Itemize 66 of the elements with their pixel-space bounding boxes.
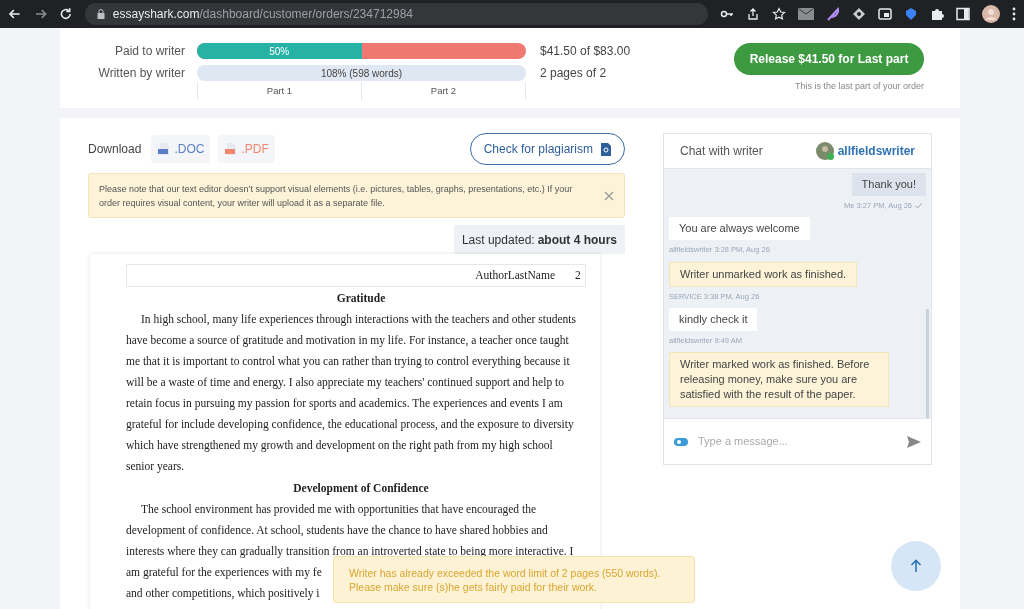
avatar-icon[interactable] (982, 5, 1000, 23)
check-icon (915, 202, 922, 209)
feather-icon[interactable] (826, 7, 840, 21)
last-updated-label: Last updated: (461, 231, 535, 249)
warning-text: Writer has already exceeded the word limit of 2 pages (550 words). (349, 565, 662, 580)
share-icon[interactable] (746, 7, 760, 21)
close-icon[interactable] (604, 190, 614, 201)
message-input[interactable]: Type a message... (698, 433, 907, 450)
section-heading: Gratitude (335, 291, 387, 306)
part-label: Part 1 (266, 83, 293, 98)
payment-percent: 50% (268, 44, 291, 59)
paragraph-line: have become a source of gratitude and motivation in my life. For instance, a teacher once taught (126, 333, 569, 349)
chat-title: Chat with writer (680, 143, 763, 160)
warning-text: Please make sure (s)he gets fairly paid for their work. (349, 579, 599, 594)
pages-count: 2 pages of 2 (540, 65, 607, 82)
section-heading: Development of Confidence (292, 481, 430, 497)
release-button[interactable]: Release $41.50 for Last part (734, 43, 924, 75)
menu-icon[interactable] (1012, 7, 1016, 21)
progress-label: Written by writer (97, 65, 186, 82)
paragraph-line: will be a waste of time and energy. I also appreciate my teachers' continued support and help to (126, 375, 564, 391)
download-doc-button[interactable]: .DOC (151, 135, 211, 163)
paragraph-line: grateful for include developing confidence, the educational process, and the exposure to diversity (126, 417, 574, 433)
author-name: AuthorLastName (475, 267, 555, 283)
doc-file-icon (157, 142, 172, 156)
send-icon[interactable] (907, 435, 921, 448)
message-bubble: Thank you! (851, 173, 926, 196)
paragraph-line: and other competitions, which positively i (126, 586, 320, 602)
writing-percent: 108% (598 words) (319, 66, 404, 81)
paragraph-line: me that it is important to control what you can rather than trying to control everything because it (126, 354, 570, 370)
payment-amount: $41.50 of $83.00 (540, 43, 631, 60)
paragraph-line: am grateful for the experiences with my fe (126, 565, 322, 581)
service-message: Writer marked work as finished. Before releasing money, make sure you are satisfied with the result of the paper. (669, 352, 889, 407)
attach-icon[interactable] (674, 437, 688, 446)
message-bubble: kindly check it (669, 307, 758, 331)
sidebar-icon[interactable] (956, 7, 970, 21)
reload-icon[interactable] (59, 7, 73, 21)
service-message: Writer unmarked work as finished. (669, 261, 858, 287)
lock-icon (96, 9, 105, 19)
part-label: Part 2 (430, 83, 457, 98)
pdf-file-icon (224, 142, 239, 156)
mail-icon[interactable] (798, 8, 814, 20)
download-label: Download (88, 141, 142, 158)
writer-name[interactable]: allfieldswriter (837, 142, 915, 160)
back-icon[interactable] (8, 7, 22, 21)
paragraph-line: development of confidence. At school, students have the chance to have shared hobbies and (126, 523, 548, 539)
progress-label: Paid to writer (113, 43, 186, 60)
page-number: 2 (575, 267, 582, 283)
puzzle-icon[interactable] (930, 7, 944, 21)
star-icon[interactable] (772, 7, 786, 21)
up-arrow-icon (910, 559, 922, 573)
paragraph-line: In high school, many life experiences through interactions with the teachers and other students (141, 312, 576, 328)
window-icon[interactable] (878, 7, 892, 21)
paragraph-line: retain focus in pursuing my passion for sports and academics. The experiences and events I am (126, 396, 563, 412)
paragraph-line: The school environment has provided me with opportunities that have encouraged the (141, 502, 537, 518)
diamond-icon[interactable] (852, 7, 866, 21)
last-part-note: This is the last part of your order (794, 80, 924, 93)
address-bar[interactable]: essayshark.com/dashboard/customer/orders/234712984 (84, 3, 708, 25)
paragraph-line: which have strengthened my growth and development on the right path from my high school (126, 438, 553, 454)
last-updated-time: about 4 hours (537, 231, 617, 249)
avatar-icon (815, 141, 835, 161)
shield-icon[interactable] (904, 7, 918, 21)
forward-icon[interactable] (33, 7, 48, 21)
notice-text: Please note that our text editor doesn’t support visual elements (i.e. pictures, tables, graphs, presentations, etc.) If your order requires visual content, your writer will upload it as a separate file. (99, 182, 574, 210)
document-search-icon (601, 142, 611, 156)
paragraph-line: senior years. (126, 459, 185, 475)
message-bubble: You are always welcome (669, 217, 810, 241)
